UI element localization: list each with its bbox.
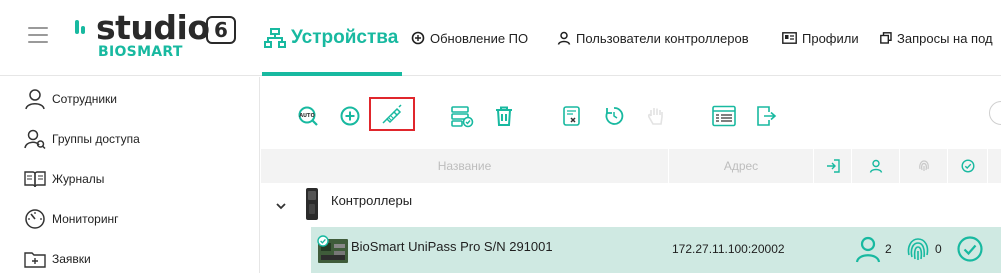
- auto-search-icon: AUTO: [298, 106, 318, 126]
- usb-connect-button[interactable]: [369, 97, 415, 131]
- delete-button[interactable]: [489, 101, 519, 131]
- device-address: 172.27.11.100:20002: [672, 242, 785, 256]
- settings-check-button[interactable]: [447, 101, 477, 131]
- sidebar-item-label: Группы доступа: [52, 132, 140, 146]
- sidebar-item-label: Мониторинг: [52, 212, 119, 226]
- gauge-icon: [25, 209, 45, 229]
- hand-button[interactable]: [641, 101, 671, 131]
- sidebar-item-employees[interactable]: Сотрудники: [24, 87, 117, 111]
- device-users-count: 2: [885, 242, 892, 256]
- person-icon: [25, 89, 45, 110]
- app-header: studio 6 BIOSMART Устройства Обновление …: [0, 0, 1001, 76]
- sidebar-item-journals[interactable]: Журналы: [24, 167, 104, 191]
- sync-icon: [605, 107, 624, 125]
- nav-profiles[interactable]: Профили: [782, 0, 859, 76]
- logo-mark-icon: [75, 20, 85, 34]
- logo-word: studio: [96, 8, 210, 47]
- sidebar-item-label: Заявки: [52, 252, 91, 266]
- column-header-address[interactable]: Адрес: [669, 149, 814, 183]
- column-header-fingerprints[interactable]: [900, 149, 948, 183]
- fingerprint-icon: [907, 238, 929, 260]
- column-header-users[interactable]: [852, 149, 900, 183]
- device-fingerprints-count: 0: [935, 242, 942, 256]
- logo-number: 6: [206, 16, 236, 44]
- check-circle-icon: [957, 236, 983, 262]
- group-icon: [24, 129, 46, 150]
- controller-device-icon: [306, 188, 318, 220]
- nav-devices[interactable]: Устройства: [261, 0, 403, 76]
- main-content: AUTO Название Адрес Контроллеры BioSmart…: [261, 77, 1001, 273]
- toolbar: AUTO: [261, 77, 1001, 149]
- list-view-icon: [712, 105, 736, 127]
- sidebar: Сотрудники Группы доступа Журналы Монито…: [0, 77, 260, 273]
- sidebar-item-requests[interactable]: Заявки: [24, 247, 91, 271]
- copy-icon: [880, 32, 892, 44]
- fingerprint-icon: [918, 160, 929, 171]
- id-card-icon: [782, 32, 797, 44]
- device-name: BioSmart UniPass Pro S/N 291001: [351, 239, 553, 254]
- nav-controller-users[interactable]: Пользователи контроллеров: [557, 0, 749, 76]
- sync-button[interactable]: [599, 101, 629, 131]
- export-button[interactable]: [751, 101, 781, 131]
- controller-board-icon: [317, 235, 348, 263]
- column-header-name[interactable]: Название: [261, 149, 669, 183]
- report-button[interactable]: [557, 101, 587, 131]
- hand-icon: [647, 108, 663, 125]
- column-header-enter[interactable]: [814, 149, 852, 183]
- menu-icon[interactable]: [28, 27, 48, 43]
- user-icon: [855, 236, 881, 263]
- search-field[interactable]: [989, 101, 1001, 125]
- report-icon: [563, 106, 580, 126]
- nav-controller-users-label: Пользователи контроллеров: [576, 30, 749, 46]
- sidebar-item-access-groups[interactable]: Группы доступа: [24, 127, 140, 151]
- list-view-button[interactable]: [709, 101, 739, 131]
- settings-check-icon: [451, 106, 474, 128]
- sidebar-item-label: Журналы: [52, 172, 105, 186]
- folder-plus-icon: [24, 252, 46, 268]
- table-row[interactable]: BioSmart UniPass Pro S/N 291001 172.27.1…: [311, 227, 1001, 273]
- tree-group-controllers[interactable]: Контроллеры: [261, 183, 1001, 227]
- nav-devices-label: Устройства: [291, 27, 399, 48]
- add-button[interactable]: [335, 101, 365, 131]
- tree-group-label: Контроллеры: [331, 193, 413, 208]
- usb-connect-icon: [382, 104, 402, 124]
- logo-sub: BIOSMART: [98, 44, 183, 60]
- auto-search-button[interactable]: AUTO: [293, 101, 323, 131]
- user-icon: [557, 31, 571, 45]
- nav-requests-label: Запросы на под: [897, 30, 993, 46]
- network-icon: [264, 28, 286, 48]
- login-icon: [826, 159, 840, 173]
- nav-requests[interactable]: Запросы на под: [880, 0, 993, 76]
- column-header-status[interactable]: [948, 149, 988, 183]
- sidebar-item-monitoring[interactable]: Мониторинг: [24, 207, 119, 231]
- export-icon: [757, 106, 777, 126]
- nav-firmware-update[interactable]: Обновление ПО: [411, 0, 528, 76]
- check-circle-icon: [960, 159, 975, 173]
- nav-firmware-update-label: Обновление ПО: [430, 30, 529, 46]
- table-header: Название Адрес: [261, 149, 1001, 183]
- logo: studio 6 BIOSMART: [74, 8, 244, 64]
- sidebar-item-label: Сотрудники: [52, 92, 117, 106]
- update-icon: [411, 31, 425, 45]
- svg-text:AUTO: AUTO: [299, 113, 314, 119]
- delete-icon: [496, 106, 512, 126]
- chevron-down-icon[interactable]: [275, 201, 287, 211]
- book-icon: [24, 171, 46, 188]
- nav-profiles-label: Профили: [802, 30, 859, 46]
- user-icon: [869, 159, 882, 173]
- add-icon: [340, 106, 360, 126]
